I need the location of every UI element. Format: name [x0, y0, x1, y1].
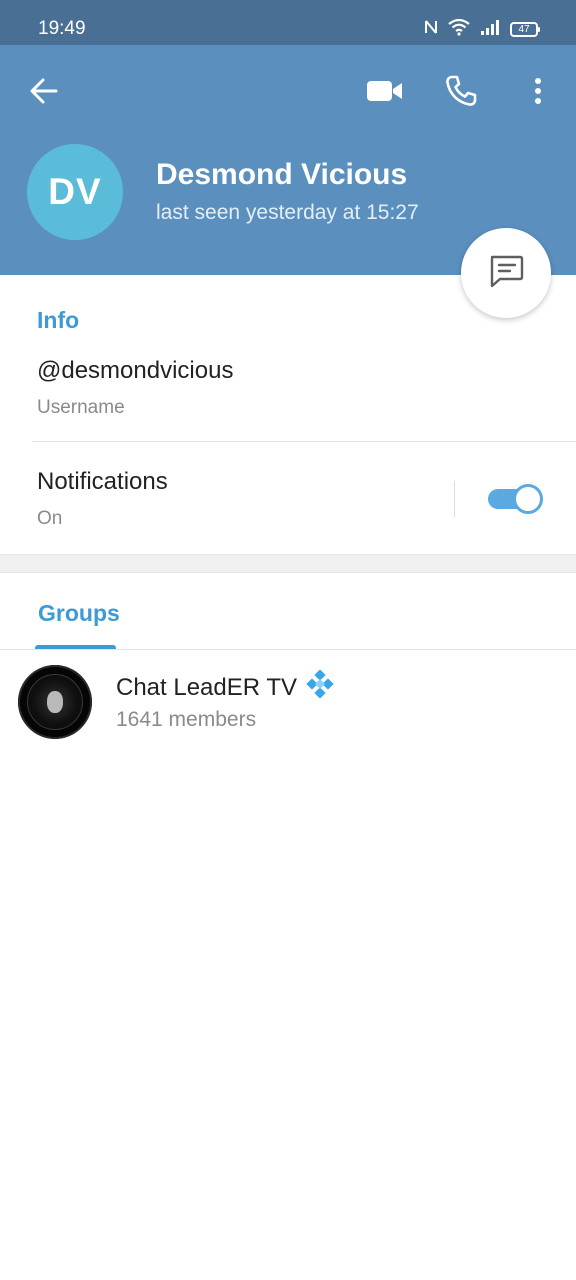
divider [32, 441, 576, 442]
tab-groups[interactable]: Groups [38, 600, 120, 627]
video-camera-icon[interactable] [360, 69, 410, 113]
group-member-count: 1641 members [116, 708, 257, 731]
send-message-button[interactable] [461, 228, 551, 318]
group-name-text: Chat LeadER TV [116, 673, 297, 701]
wifi-icon [448, 18, 470, 41]
notifications-label[interactable]: Notifications [37, 468, 168, 496]
section-gap [0, 554, 576, 573]
signal-icon [480, 19, 500, 40]
more-vert-icon[interactable] [518, 69, 558, 113]
status-time: 19:49 [38, 18, 86, 39]
toggle-thumb [513, 484, 543, 514]
status-icons: 47 [424, 16, 540, 42]
username-label: Username [37, 397, 125, 418]
chat-message-icon [488, 254, 524, 293]
username-value[interactable]: @desmondvicious [37, 357, 233, 385]
phone-icon[interactable] [436, 67, 486, 115]
back-arrow-icon[interactable] [20, 69, 68, 113]
blue-diamond-emoji-icon [305, 669, 335, 705]
tab-divider [0, 649, 576, 650]
notifications-status: On [37, 508, 63, 529]
last-seen-status: last seen yesterday at 15:27 [156, 201, 419, 224]
battery-icon: 47 [510, 21, 540, 37]
nfc-icon [424, 19, 438, 40]
toggle-separator [454, 481, 455, 517]
notifications-toggle[interactable] [488, 484, 543, 514]
profile-name: Desmond Vicious [156, 158, 408, 191]
group-name: Chat LeadER TV [116, 669, 335, 705]
info-section-title: Info [37, 307, 80, 333]
avatar[interactable]: DV [27, 144, 123, 240]
status-bar: 19:49 47 [0, 0, 576, 45]
group-avatar [18, 665, 92, 739]
group-avatar-face [47, 691, 63, 713]
list-item[interactable]: Chat LeadER TV 1641 members [0, 655, 576, 751]
